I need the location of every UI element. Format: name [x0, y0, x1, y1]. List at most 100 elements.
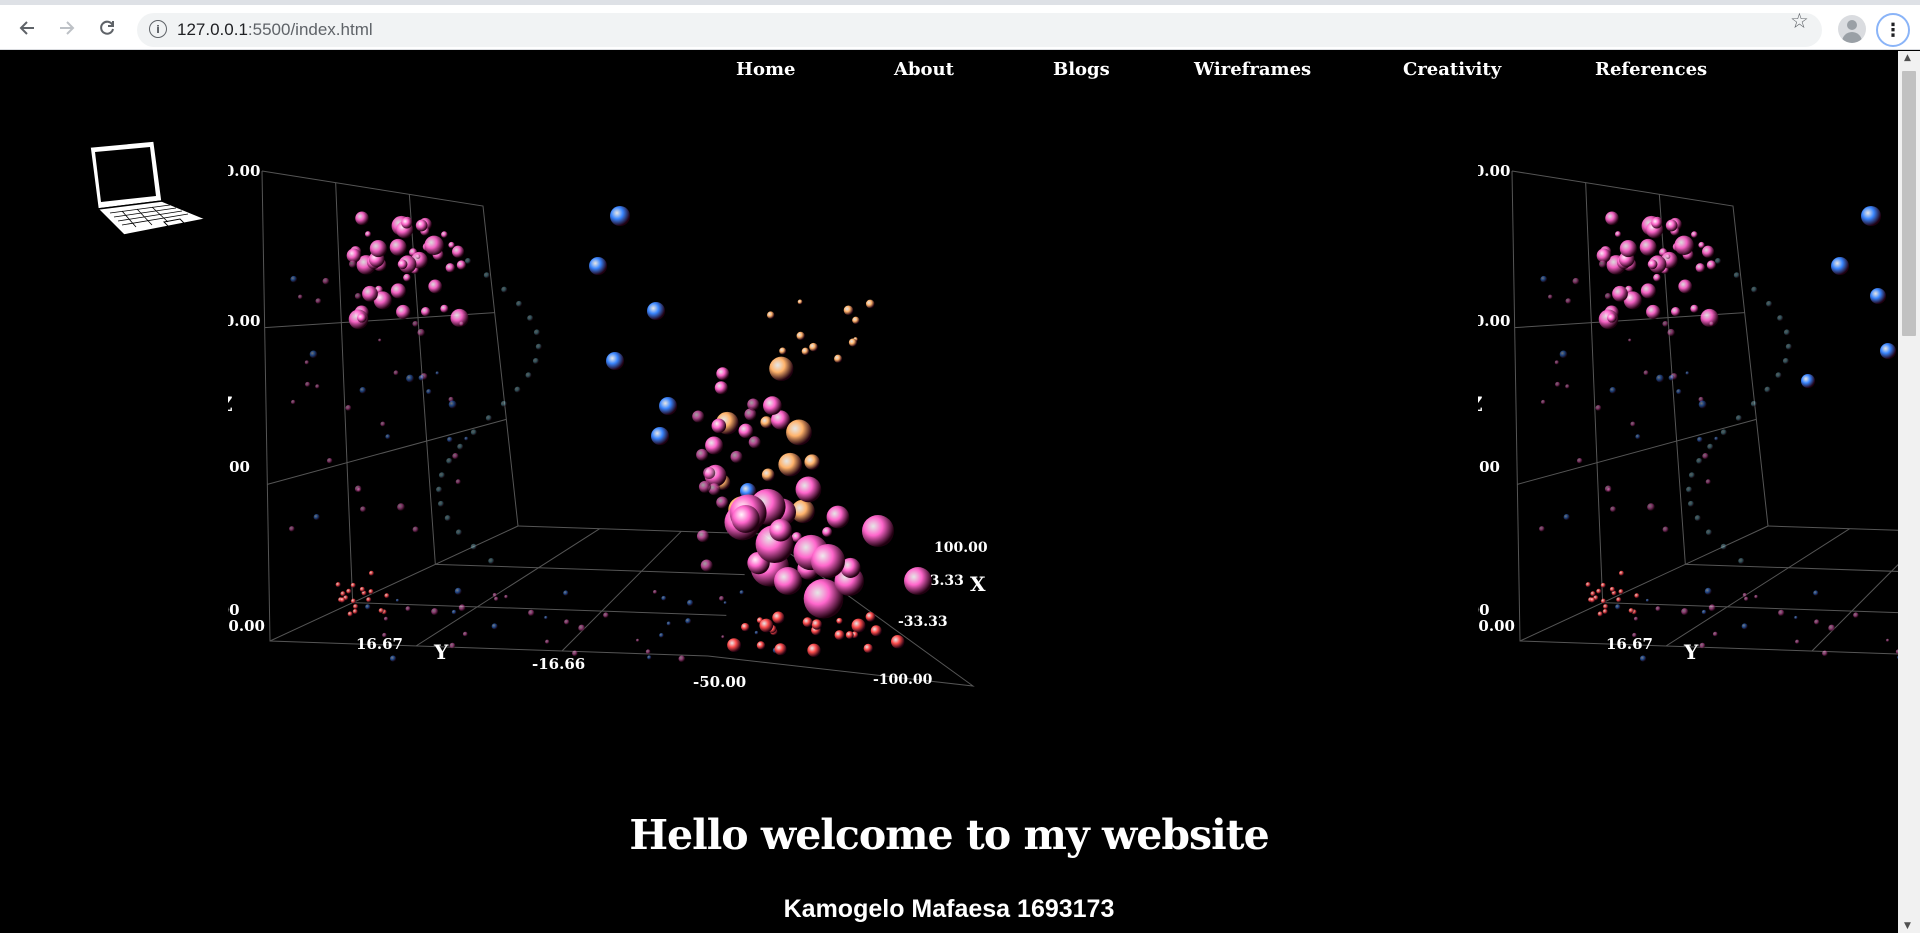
data-point — [761, 468, 775, 482]
url-text[interactable]: 127.0.0.1:5500/index.html — [177, 20, 373, 40]
data-point — [716, 496, 729, 509]
data-point — [421, 307, 431, 317]
z-tick-label: 50.00 — [228, 458, 250, 476]
y-tick-label: 50.00 — [228, 617, 265, 635]
star-icon[interactable]: ☆ — [1790, 9, 1809, 33]
data-point — [350, 598, 356, 604]
data-point — [1712, 631, 1718, 637]
nav-about[interactable]: About — [894, 59, 954, 80]
data-point — [572, 650, 578, 657]
data-point — [483, 272, 490, 279]
data-point — [401, 217, 413, 229]
data-point — [345, 405, 352, 411]
data-point — [703, 466, 716, 479]
data-point — [456, 260, 467, 270]
address-bar[interactable]: i 127.0.0.1:5500/index.html — [137, 13, 1822, 47]
scroll-up-icon[interactable]: ▲ — [1904, 53, 1911, 63]
kebab-menu-icon[interactable]: ⋮ — [1876, 13, 1910, 47]
nav-creativity[interactable]: Creativity — [1403, 59, 1501, 80]
profile-avatar[interactable] — [1838, 15, 1866, 43]
nav-wireframes[interactable]: Wireframes — [1194, 59, 1311, 80]
data-point — [532, 358, 539, 364]
data-point — [1667, 328, 1675, 337]
data-point — [527, 315, 534, 322]
reload-button[interactable] — [92, 13, 122, 43]
x-tick-label: -33.33 — [898, 614, 948, 630]
nav-home[interactable]: Home — [736, 59, 796, 80]
data-point — [1707, 443, 1714, 450]
x-tick-label: -100.00 — [873, 672, 933, 688]
site-info-icon[interactable]: i — [149, 20, 167, 38]
data-point — [1698, 241, 1705, 249]
data-point — [383, 616, 389, 621]
data-point — [1612, 285, 1628, 302]
data-point — [470, 543, 477, 550]
data-point — [1813, 590, 1819, 596]
data-point — [801, 347, 810, 356]
data-points — [1539, 206, 1898, 662]
data-point — [348, 260, 357, 268]
data-point — [1640, 655, 1647, 662]
data-point — [415, 254, 421, 259]
scatter3d-chart-right: 150.00100.0050.000.00Z50.0016.67Y — [1478, 162, 1898, 664]
data-point — [451, 609, 457, 615]
data-point — [305, 381, 311, 387]
data-point — [716, 367, 730, 381]
data-point — [1671, 307, 1681, 317]
data-point — [870, 625, 882, 637]
data-point — [444, 515, 451, 522]
data-point — [313, 514, 320, 521]
data-point — [578, 624, 586, 632]
data-point — [811, 619, 822, 630]
data-point — [760, 416, 773, 429]
data-point — [1647, 503, 1655, 511]
data-point — [1738, 558, 1745, 564]
data-point — [1686, 486, 1693, 493]
forward-button[interactable] — [52, 13, 82, 43]
scroll-down-icon[interactable]: ▼ — [1904, 921, 1911, 931]
scrollbar-thumb[interactable] — [1902, 71, 1916, 336]
data-point — [366, 597, 372, 603]
data-point — [359, 387, 367, 394]
data-point — [464, 436, 469, 441]
data-point — [1697, 436, 1703, 443]
data-point — [1590, 597, 1596, 603]
data-point — [636, 638, 640, 642]
data-point — [369, 570, 375, 576]
back-button[interactable] — [12, 13, 42, 43]
data-point — [1647, 259, 1658, 270]
z-tick-label: 150.00 — [1478, 162, 1510, 180]
data-point — [1688, 472, 1695, 479]
data-point — [1880, 343, 1896, 359]
data-point — [440, 304, 449, 313]
y-tick-label: 16.67 — [356, 635, 403, 653]
data-point — [355, 211, 369, 226]
data-point — [1633, 616, 1639, 621]
data-point — [385, 434, 391, 440]
data-point — [802, 617, 813, 628]
data-point — [1576, 457, 1583, 464]
data-point — [1590, 591, 1596, 597]
data-point — [1853, 612, 1859, 618]
data-point — [438, 472, 445, 479]
data-point — [445, 263, 455, 273]
data-point — [1596, 588, 1602, 594]
data-point — [809, 342, 818, 352]
data-point — [393, 370, 399, 376]
nav-references[interactable]: References — [1595, 59, 1707, 80]
data-point — [1688, 500, 1695, 507]
data-point — [354, 485, 362, 493]
data-point — [452, 245, 465, 258]
data-point — [516, 300, 523, 307]
vertical-scrollbar[interactable]: ▲ ▼ — [1898, 51, 1920, 933]
data-point — [1656, 374, 1664, 383]
data-point — [435, 371, 439, 375]
data-point — [500, 400, 507, 407]
data-point — [1694, 515, 1701, 522]
data-point — [389, 238, 407, 256]
data-point — [1596, 248, 1611, 263]
data-point — [741, 622, 750, 632]
data-point — [384, 593, 390, 599]
nav-blogs[interactable]: Blogs — [1053, 59, 1110, 80]
data-point — [447, 436, 453, 443]
